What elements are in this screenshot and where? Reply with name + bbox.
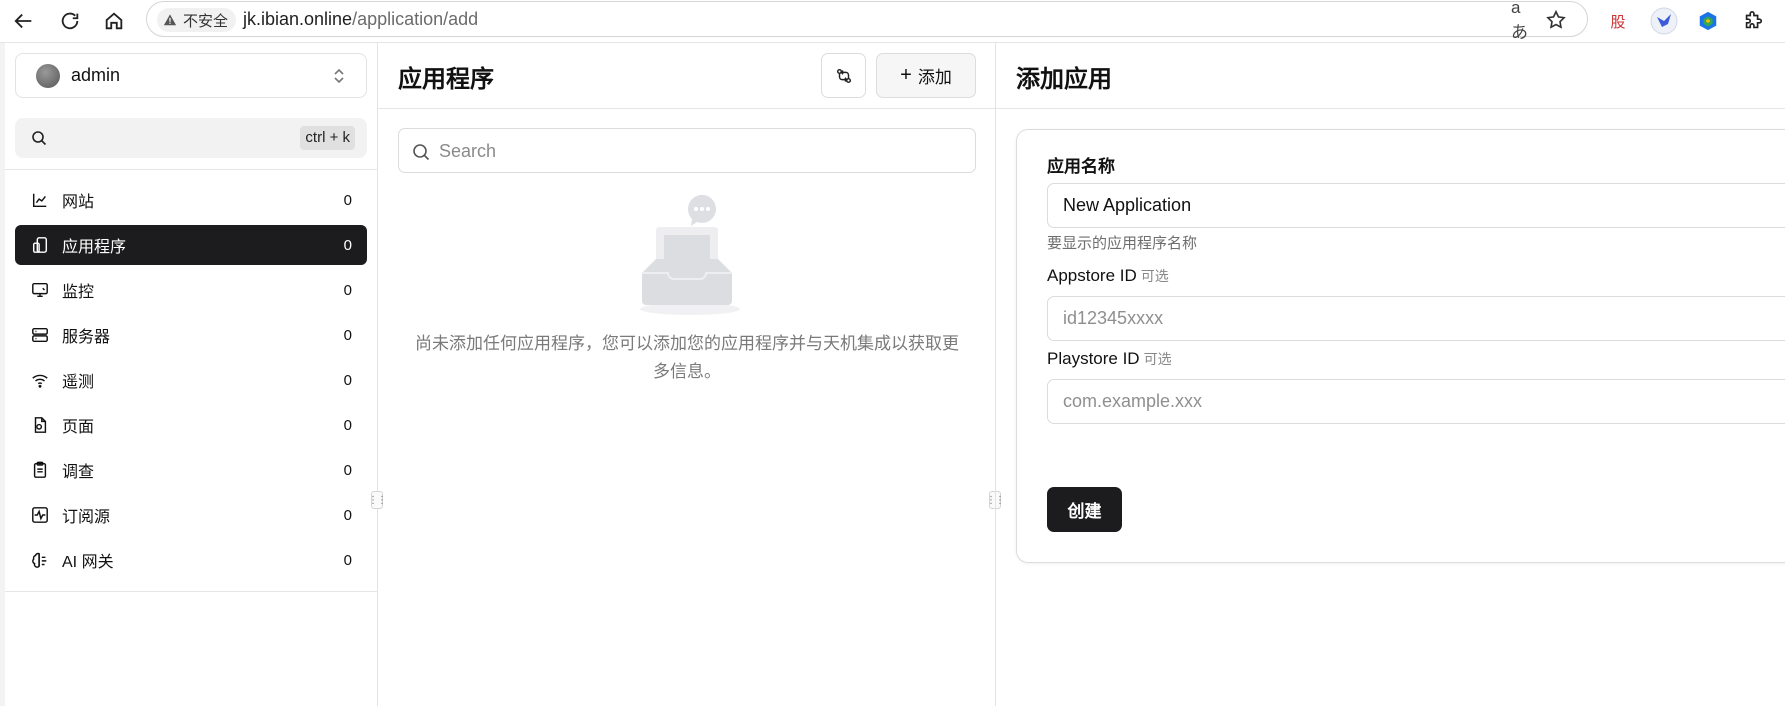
extension-bird-icon[interactable]	[1648, 5, 1680, 37]
divider	[378, 108, 996, 109]
sidebar-item-label: 监控	[62, 284, 95, 301]
account-name: admin	[71, 65, 121, 85]
sidebar-item-count: 0	[343, 326, 352, 344]
form-title: 添加应用	[1016, 66, 1112, 93]
security-label: 不安全	[183, 12, 229, 30]
sidebar-item-servers[interactable]: 服务器 0	[15, 315, 367, 355]
server-icon	[30, 325, 50, 345]
reload-icon	[61, 12, 79, 30]
arrow-left-icon	[14, 13, 32, 29]
home-icon	[105, 12, 123, 30]
name-label: 应用名称	[1047, 157, 1115, 176]
appstore-id-input[interactable]	[1047, 296, 1785, 341]
address-bar[interactable]: 不安全 jk.ibian.online/application/add aあ	[146, 0, 1588, 42]
sidebar-item-label: 调查	[62, 464, 95, 481]
sidebar-item-feeds[interactable]: 订阅源 0	[15, 495, 367, 535]
name-help-text: 要显示的应用程序名称	[1047, 235, 1198, 252]
empty-inbox-illustration	[640, 194, 740, 315]
sidebar-item-count: 0	[343, 236, 352, 254]
sidebar-item-label: AI 网关	[62, 554, 114, 571]
wifi-icon	[30, 370, 50, 390]
clipboard-icon	[30, 460, 50, 480]
search-field[interactable]	[398, 128, 976, 173]
sidebar-item-label: 页面	[62, 419, 95, 436]
url-host: jk.ibian.online	[243, 9, 353, 29]
extensions-puzzle-icon[interactable]	[1737, 5, 1769, 37]
app-name-input[interactable]	[1047, 183, 1785, 228]
sidebar-item-label: 服务器	[62, 329, 111, 346]
chevron-up-down-icon	[334, 68, 344, 83]
security-badge[interactable]: 不安全	[157, 8, 237, 32]
file-page-icon	[30, 415, 50, 435]
sidebar-search[interactable]: ctrl + k	[15, 118, 367, 158]
sidebar-item-label: 应用程序	[62, 239, 127, 256]
divider	[996, 108, 1785, 109]
search-icon	[413, 144, 430, 161]
sidebar-item-count: 0	[343, 281, 352, 299]
applications-panel: 应用程序 + 添加 尚未添加任何应用程序，您可以添加您的应用程序并与天机集成以获…	[378, 43, 996, 706]
browser-toolbar: 不安全 jk.ibian.online/application/add aあ 股	[0, 0, 1785, 43]
sidebar-item-label: 网站	[62, 194, 95, 211]
sidebar: admin ctrl + k 网站 0 应用程序 0 监控 0 服务器 0 遥测…	[0, 43, 378, 706]
activity-icon	[30, 505, 50, 525]
sidebar-item-applications[interactable]: 应用程序 0	[15, 225, 367, 265]
warning-icon	[163, 14, 177, 26]
translate-icon[interactable]: aあ	[1511, 0, 1535, 42]
appstore-label-text: Appstore ID	[1047, 266, 1137, 285]
plus-icon: +	[900, 64, 912, 86]
extension-text-icon[interactable]: 股	[1602, 5, 1634, 37]
add-button-label: 添加	[917, 68, 952, 87]
add-button[interactable]: + 添加	[876, 53, 976, 98]
divider	[5, 169, 378, 170]
home-button[interactable]	[98, 5, 130, 37]
url-text[interactable]: jk.ibian.online/application/add	[243, 9, 478, 30]
sidebar-item-count: 0	[343, 506, 352, 524]
page-title: 应用程序	[398, 66, 494, 93]
sidebar-item-count: 0	[343, 416, 352, 434]
search-input[interactable]	[439, 139, 959, 163]
optional-tag: 可选	[1143, 351, 1172, 367]
optional-tag: 可选	[1140, 268, 1169, 284]
brain-icon	[30, 550, 50, 570]
arrows-swap-icon	[836, 68, 851, 83]
search-icon	[32, 131, 47, 146]
account-switcher[interactable]: admin	[15, 53, 367, 98]
add-application-form: 应用名称 要显示的应用程序名称 Appstore ID可选 Playstore …	[1016, 129, 1785, 563]
extension-cube-icon[interactable]	[1692, 5, 1724, 37]
sidebar-nav: 网站 0 应用程序 0 监控 0 服务器 0 遥测 0 页面 0 调查 0 订阅…	[15, 180, 367, 585]
create-button[interactable]: 创建	[1047, 487, 1122, 532]
sidebar-item-count: 0	[343, 461, 352, 479]
mobile-app-icon	[30, 235, 50, 255]
sort-button[interactable]	[821, 53, 866, 98]
sidebar-item-surveys[interactable]: 调查 0	[15, 450, 367, 490]
playstore-label-text: Playstore ID	[1047, 349, 1140, 368]
url-path: /application/add	[352, 9, 479, 29]
playstore-id-input[interactable]	[1047, 379, 1785, 424]
sidebar-item-count: 0	[343, 551, 352, 569]
appstore-label: Appstore ID 可选	[1047, 266, 1169, 286]
bookmark-star-icon[interactable]	[1544, 8, 1568, 32]
add-application-panel: 添加应用 应用名称 要显示的应用程序名称 Appstore ID可选 Plays…	[996, 43, 1785, 706]
sidebar-item-count: 0	[343, 191, 352, 209]
sidebar-item-websites[interactable]: 网站 0	[15, 180, 367, 220]
sidebar-item-ai-gateway[interactable]: AI 网关 0	[15, 540, 367, 580]
monitor-icon	[30, 280, 50, 300]
back-button[interactable]	[8, 5, 40, 37]
chart-line-icon	[30, 190, 50, 210]
sidebar-item-label: 遥测	[62, 374, 95, 391]
avatar	[36, 63, 60, 88]
sidebar-item-count: 0	[343, 371, 352, 389]
reload-button[interactable]	[54, 5, 86, 37]
playstore-label: Playstore ID 可选	[1047, 349, 1172, 369]
divider	[5, 591, 378, 592]
sidebar-item-label: 订阅源	[62, 509, 111, 526]
search-shortcut: ctrl + k	[300, 126, 355, 150]
sidebar-item-pages[interactable]: 页面 0	[15, 405, 367, 445]
sidebar-item-telemetry[interactable]: 遥测 0	[15, 360, 367, 400]
sidebar-item-monitoring[interactable]: 监控 0	[15, 270, 367, 310]
empty-state-text: 尚未添加任何应用程序，您可以添加您的应用程序并与天机集成以获取更多信息。	[415, 334, 959, 381]
